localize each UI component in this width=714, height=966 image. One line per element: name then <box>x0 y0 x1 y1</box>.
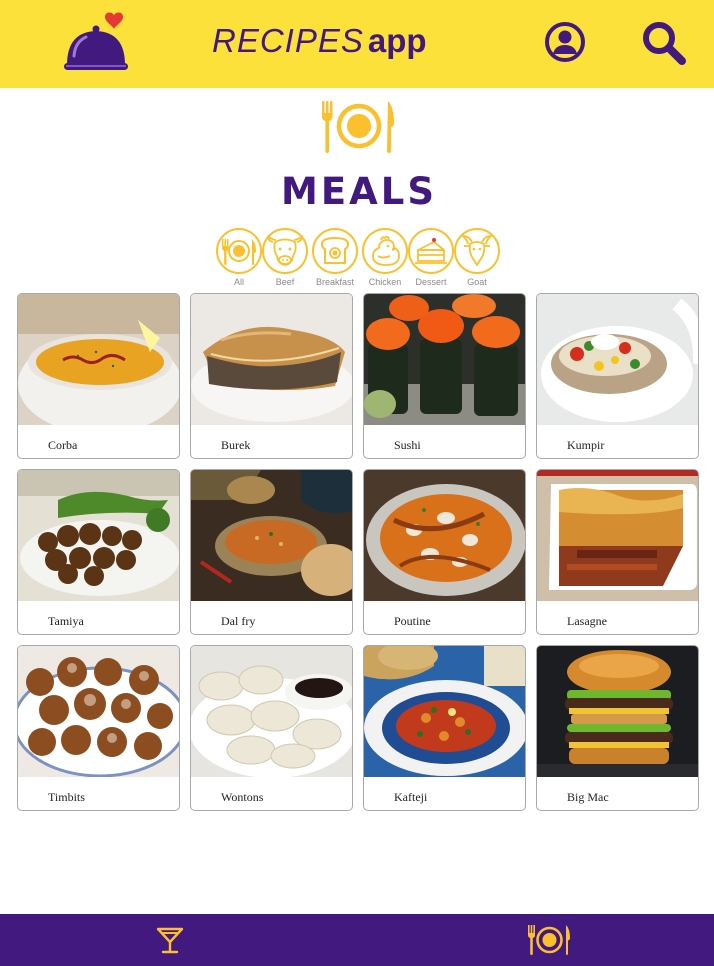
recipe-card[interactable]: Tamiya <box>17 469 180 635</box>
cocktail-icon[interactable] <box>155 925 185 955</box>
recipe-name: Timbits <box>48 790 85 804</box>
chicken-icon <box>362 228 408 274</box>
recipe-image <box>191 294 352 425</box>
bottom-nav <box>0 914 714 966</box>
recipe-card[interactable]: Kafteji <box>363 645 526 811</box>
page-title: MEALS <box>281 170 437 213</box>
app-title-recipes: RECIPES <box>212 22 364 59</box>
recipe-card[interactable]: Poutine <box>363 469 526 635</box>
recipe-image <box>191 646 352 777</box>
recipe-name: Lasagne <box>567 614 607 628</box>
recipe-name: Corba <box>48 438 78 452</box>
app-title-app: app <box>367 22 427 59</box>
cake-icon <box>408 228 454 274</box>
recipe-name: Big Mac <box>567 790 609 804</box>
plate-icon <box>216 228 262 274</box>
cloche-heart-icon[interactable] <box>62 10 132 74</box>
recipe-image <box>18 294 179 425</box>
recipe-name: Poutine <box>394 614 431 628</box>
filter-goat-label: Goat <box>467 277 487 287</box>
toast-icon <box>312 228 358 274</box>
recipe-card[interactable]: Timbits <box>17 645 180 811</box>
recipe-image <box>537 294 698 425</box>
meals-nav-icon[interactable] <box>527 924 571 956</box>
recipe-card[interactable]: Burek <box>190 293 353 459</box>
recipe-name: Burek <box>221 438 251 452</box>
recipe-image <box>537 470 698 601</box>
recipe-card[interactable]: Lasagne <box>536 469 699 635</box>
plate-cutlery-icon <box>320 99 396 154</box>
recipe-card[interactable]: Kumpir <box>536 293 699 459</box>
goat-icon <box>454 228 500 274</box>
recipe-name: Sushi <box>394 438 421 452</box>
recipe-card[interactable]: Dal fry <box>190 469 353 635</box>
filter-goat-button[interactable]: Goat <box>454 228 500 290</box>
recipe-name: Tamiya <box>48 614 84 628</box>
recipe-card[interactable]: Corba <box>17 293 180 459</box>
recipe-image <box>18 646 179 777</box>
recipe-image <box>364 646 525 777</box>
recipe-image <box>191 470 352 601</box>
search-icon[interactable] <box>641 20 687 66</box>
app-title: RECIPES app <box>212 22 427 62</box>
recipe-name: Kumpir <box>567 438 605 452</box>
category-filters: All Beef Breakfast Chicken Dessert Goat <box>216 228 506 290</box>
recipe-image <box>364 294 525 425</box>
recipe-image <box>537 646 698 777</box>
recipe-name: Wontons <box>221 790 264 804</box>
cow-icon <box>262 228 308 274</box>
recipe-card[interactable]: Big Mac <box>536 645 699 811</box>
recipe-card[interactable]: Sushi <box>363 293 526 459</box>
app-header: RECIPES app <box>0 0 714 88</box>
profile-icon[interactable] <box>544 21 586 63</box>
recipe-image <box>364 470 525 601</box>
recipe-name: Dal fry <box>221 614 256 628</box>
recipe-image <box>18 470 179 601</box>
recipe-name: Kafteji <box>394 790 428 804</box>
recipe-card[interactable]: Wontons <box>190 645 353 811</box>
